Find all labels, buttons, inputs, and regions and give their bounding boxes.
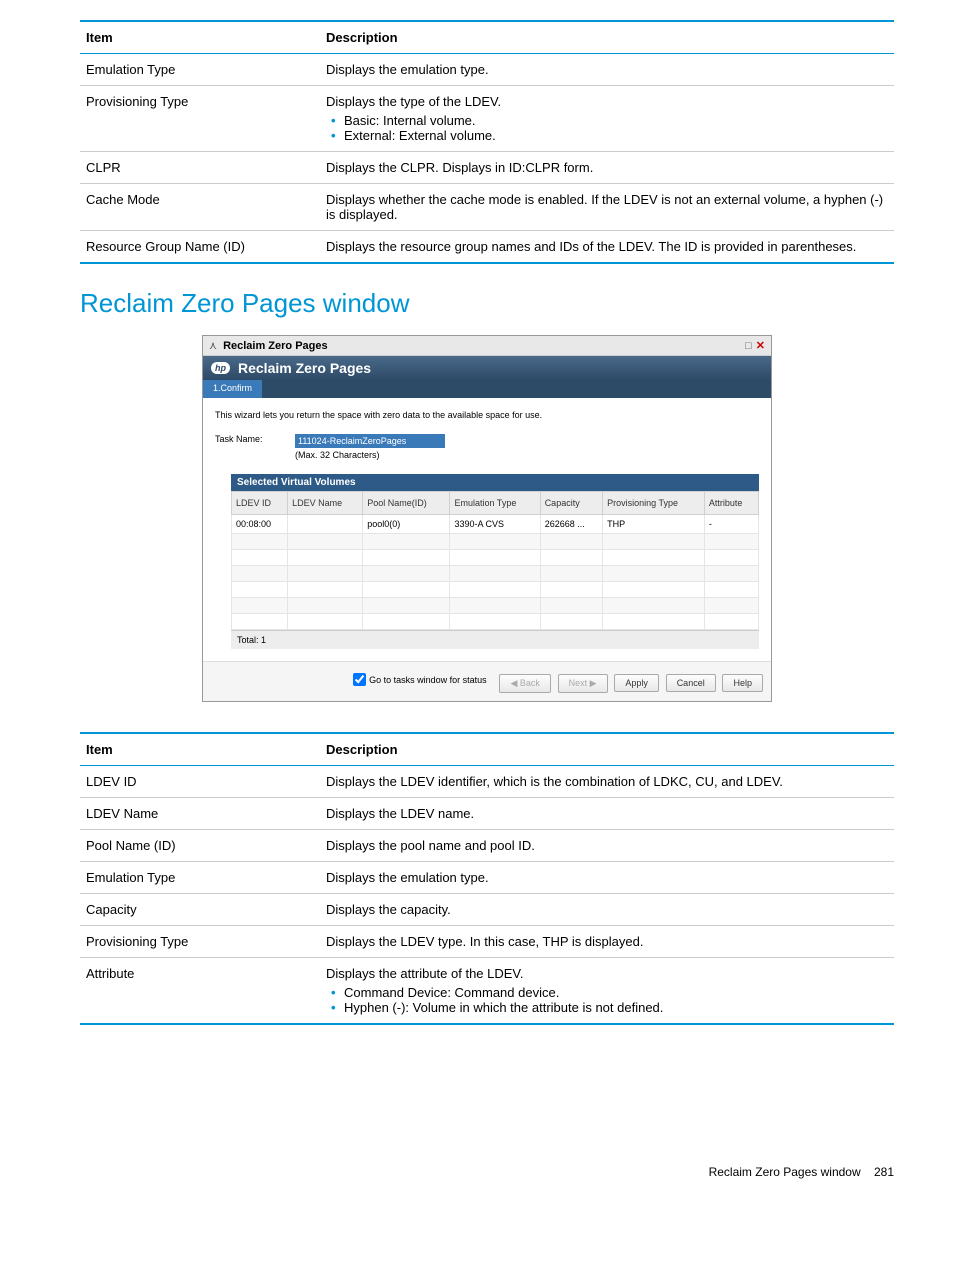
col-pool[interactable]: Pool Name(ID): [363, 492, 450, 515]
col-desc: Description: [320, 21, 894, 54]
wizard-banner: hp Reclaim Zero Pages: [203, 356, 771, 380]
table-row: Emulation Type Displays the emulation ty…: [80, 54, 894, 86]
col-item: Item: [80, 21, 320, 54]
banner-title: Reclaim Zero Pages: [238, 360, 371, 376]
col-desc: Description: [320, 733, 894, 766]
table-row: Resource Group Name (ID) Displays the re…: [80, 231, 894, 264]
table-row: Cache Mode Displays whether the cache mo…: [80, 184, 894, 231]
table-row: Pool Name (ID) Displays the pool name an…: [80, 830, 894, 862]
item-description-table-2: Item Description LDEV ID Displays the LD…: [80, 732, 894, 1025]
close-icon[interactable]: ✕: [756, 339, 765, 352]
col-capacity[interactable]: Capacity: [540, 492, 602, 515]
maximize-icon[interactable]: □: [745, 340, 752, 352]
section-title: Reclaim Zero Pages window: [80, 288, 894, 319]
grid-row: [232, 614, 759, 630]
wizard-action-bar: Go to tasks window for status ◀ Back Nex…: [203, 661, 771, 701]
col-item: Item: [80, 733, 320, 766]
item-description-table-1: Item Description Emulation Type Displays…: [80, 20, 894, 264]
wizard-tabs: 1.Confirm: [203, 380, 771, 398]
table-row: Capacity Displays the capacity.: [80, 894, 894, 926]
grid-total: Total: 1: [231, 630, 759, 649]
col-ldev-id[interactable]: LDEV ID: [232, 492, 288, 515]
task-name-label: Task Name:: [215, 434, 295, 444]
col-provisioning[interactable]: Provisioning Type: [603, 492, 705, 515]
apply-button[interactable]: Apply: [614, 674, 659, 692]
collapse-icon[interactable]: ⋏: [209, 339, 217, 352]
grid-row[interactable]: 00:08:00 pool0(0) 3390-A CVS 262668 ... …: [232, 515, 759, 534]
page-footer: Reclaim Zero Pages window 281: [80, 1165, 894, 1179]
hp-logo-icon: hp: [211, 362, 230, 374]
wizard-description: This wizard lets you return the space wi…: [215, 410, 759, 420]
table-row: LDEV Name Displays the LDEV name.: [80, 798, 894, 830]
wizard-titlebar: ⋏ Reclaim Zero Pages □ ✕: [203, 336, 771, 356]
table-row: CLPR Displays the CLPR. Displays in ID:C…: [80, 152, 894, 184]
col-ldev-name[interactable]: LDEV Name: [288, 492, 363, 515]
footer-text: Reclaim Zero Pages window: [709, 1165, 861, 1179]
col-emulation[interactable]: Emulation Type: [450, 492, 540, 515]
table-row: Emulation Type Displays the emulation ty…: [80, 862, 894, 894]
table-row: Provisioning Type Displays the LDEV type…: [80, 926, 894, 958]
col-attribute[interactable]: Attribute: [704, 492, 758, 515]
grid-row: [232, 550, 759, 566]
wizard-title: Reclaim Zero Pages: [223, 340, 741, 352]
next-button[interactable]: Next ▶: [558, 674, 608, 693]
selected-volumes-grid: LDEV ID LDEV Name Pool Name(ID) Emulatio…: [231, 491, 759, 630]
back-button[interactable]: ◀ Back: [499, 674, 550, 693]
page-number: 281: [874, 1165, 894, 1179]
table-row: Provisioning Type Displays the type of t…: [80, 86, 894, 152]
grid-title: Selected Virtual Volumes: [231, 474, 759, 491]
reclaim-zero-pages-wizard: ⋏ Reclaim Zero Pages □ ✕ hp Reclaim Zero…: [202, 335, 772, 702]
go-to-tasks-label: Go to tasks window for status: [369, 675, 487, 685]
table-row: LDEV ID Displays the LDEV identifier, wh…: [80, 766, 894, 798]
go-to-tasks-checkbox[interactable]: [353, 673, 366, 686]
grid-row: [232, 582, 759, 598]
help-button[interactable]: Help: [722, 674, 763, 692]
table-row: Attribute Displays the attribute of the …: [80, 958, 894, 1025]
tab-confirm[interactable]: 1.Confirm: [203, 380, 262, 398]
grid-row: [232, 566, 759, 582]
task-name-hint: (Max. 32 Characters): [295, 450, 445, 460]
grid-row: [232, 534, 759, 550]
grid-row: [232, 598, 759, 614]
task-name-input[interactable]: [295, 434, 445, 448]
cancel-button[interactable]: Cancel: [666, 674, 716, 692]
